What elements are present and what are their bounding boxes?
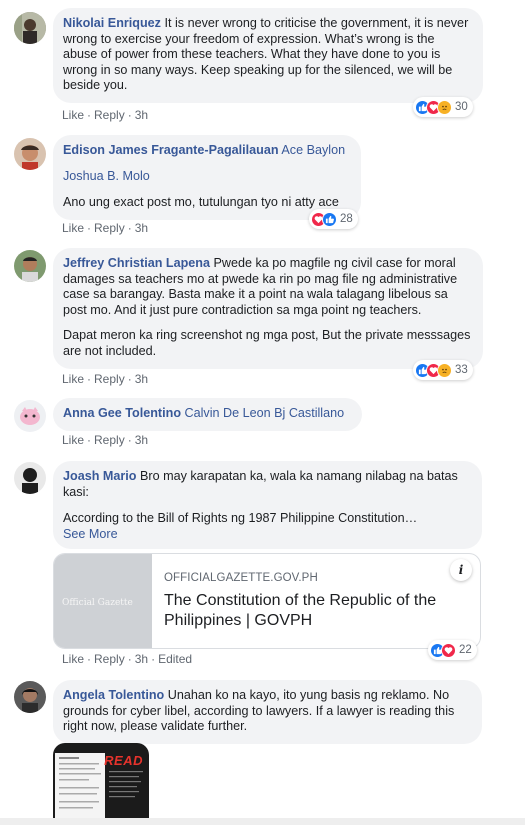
reply-link[interactable]: Reply	[94, 652, 125, 666]
avatar[interactable]	[14, 12, 46, 44]
comment-text: Ano ung exact post mo, tutulungan tyo ni…	[63, 195, 339, 210]
bottom-toolbar	[0, 818, 525, 825]
comment-bubble: Edison James Fragante-Pagalilauan Ace Ba…	[53, 135, 361, 220]
comment-image-attachment[interactable]: READ	[53, 743, 149, 825]
like-link[interactable]: Like	[62, 433, 84, 447]
comment-actions: Like · Reply · 3h · Edited	[62, 652, 193, 666]
see-more-link[interactable]: See More	[63, 527, 118, 541]
comment-actions: Like · Reply · 3h	[62, 221, 149, 235]
comment-bubble: Nikolai Enriquez It is never wrong to cr…	[53, 8, 483, 103]
love-reaction-icon	[441, 642, 456, 658]
official-gazette-logo: Official Gazette	[62, 598, 133, 608]
sad-reaction-icon	[437, 99, 452, 115]
comment-timestamp[interactable]: 3h	[135, 433, 148, 447]
sad-reaction-icon	[437, 362, 452, 378]
reaction-count: 22	[459, 644, 472, 656]
avatar[interactable]	[14, 250, 46, 282]
comment-author[interactable]: Anna Gee Tolentino	[63, 406, 181, 420]
reply-link[interactable]: Reply	[94, 108, 125, 122]
avatar[interactable]	[14, 400, 46, 432]
comment-bubble: Anna Gee Tolentino Calvin De Leon Bj Cas…	[53, 398, 362, 431]
link-domain: OFFICIALGAZETTE.GOV.PH	[164, 572, 318, 584]
link-preview-card[interactable]: Official Gazette OFFICIALGAZETTE.GOV.PH …	[53, 553, 481, 649]
comment-author[interactable]: Joash Mario	[63, 469, 136, 483]
reaction-summary[interactable]: 22	[428, 640, 477, 660]
comment-timestamp[interactable]: 3h	[135, 652, 148, 666]
like-link[interactable]: Like	[62, 372, 84, 386]
reaction-summary[interactable]: 28	[309, 209, 358, 229]
mention-link[interactable]: Joshua B. Molo	[63, 169, 150, 183]
edited-label: Edited	[158, 652, 193, 666]
link-thumbnail: Official Gazette	[54, 554, 152, 648]
avatar[interactable]	[14, 462, 46, 494]
reply-link[interactable]: Reply	[94, 372, 125, 386]
mention-link[interactable]: Ace Baylon	[281, 143, 345, 157]
reaction-count: 28	[340, 213, 353, 225]
comment-author[interactable]: Nikolai Enriquez	[63, 16, 161, 30]
reply-link[interactable]: Reply	[94, 221, 125, 235]
reaction-count: 30	[455, 101, 468, 113]
info-icon[interactable]: i	[450, 559, 472, 581]
like-link[interactable]: Like	[62, 221, 84, 235]
comment-text-2: According to the Bill of Rights ng 1987 …	[63, 511, 418, 526]
reaction-summary[interactable]: 30	[413, 97, 473, 117]
comment-actions: Like · Reply · 3h	[62, 108, 149, 122]
comment-actions: Like · Reply · 3h	[62, 433, 149, 447]
comment-actions: Like · Reply · 3h	[62, 372, 149, 386]
comment-bubble: Angela Tolentino Unahan ko na kayo, ito …	[53, 680, 482, 744]
link-title[interactable]: The Constitution of the Republic of the …	[164, 591, 472, 631]
mention-link[interactable]: Calvin De Leon Bj Castillano	[185, 406, 345, 420]
link-info: OFFICIALGAZETTE.GOV.PH The Constitution …	[164, 572, 472, 631]
like-link[interactable]: Like	[62, 108, 84, 122]
reaction-summary[interactable]: 33	[413, 360, 473, 380]
comment-author[interactable]: Jeffrey Christian Lapena	[63, 256, 210, 270]
like-link[interactable]: Like	[62, 652, 84, 666]
comment-author[interactable]: Angela Tolentino	[63, 688, 164, 702]
reply-link[interactable]: Reply	[94, 433, 125, 447]
comment-bubble: Jeffrey Christian Lapena Pwede ka po mag…	[53, 248, 483, 369]
comment-author[interactable]: Edison James Fragante-Pagalilauan	[63, 143, 279, 157]
comment-timestamp[interactable]: 3h	[135, 372, 148, 386]
avatar[interactable]	[14, 138, 46, 170]
like-reaction-icon	[322, 211, 337, 227]
comment-bubble: Joash Mario Bro may karapatan ka, wala k…	[53, 461, 482, 549]
comment-text-2: Dapat meron ka ring screenshot ng mga po…	[63, 328, 471, 358]
avatar[interactable]	[14, 681, 46, 713]
image-read-tag: READ	[104, 753, 143, 768]
reaction-count: 33	[455, 364, 468, 376]
comment-timestamp[interactable]: 3h	[135, 221, 148, 235]
comment-timestamp[interactable]: 3h	[135, 108, 148, 122]
